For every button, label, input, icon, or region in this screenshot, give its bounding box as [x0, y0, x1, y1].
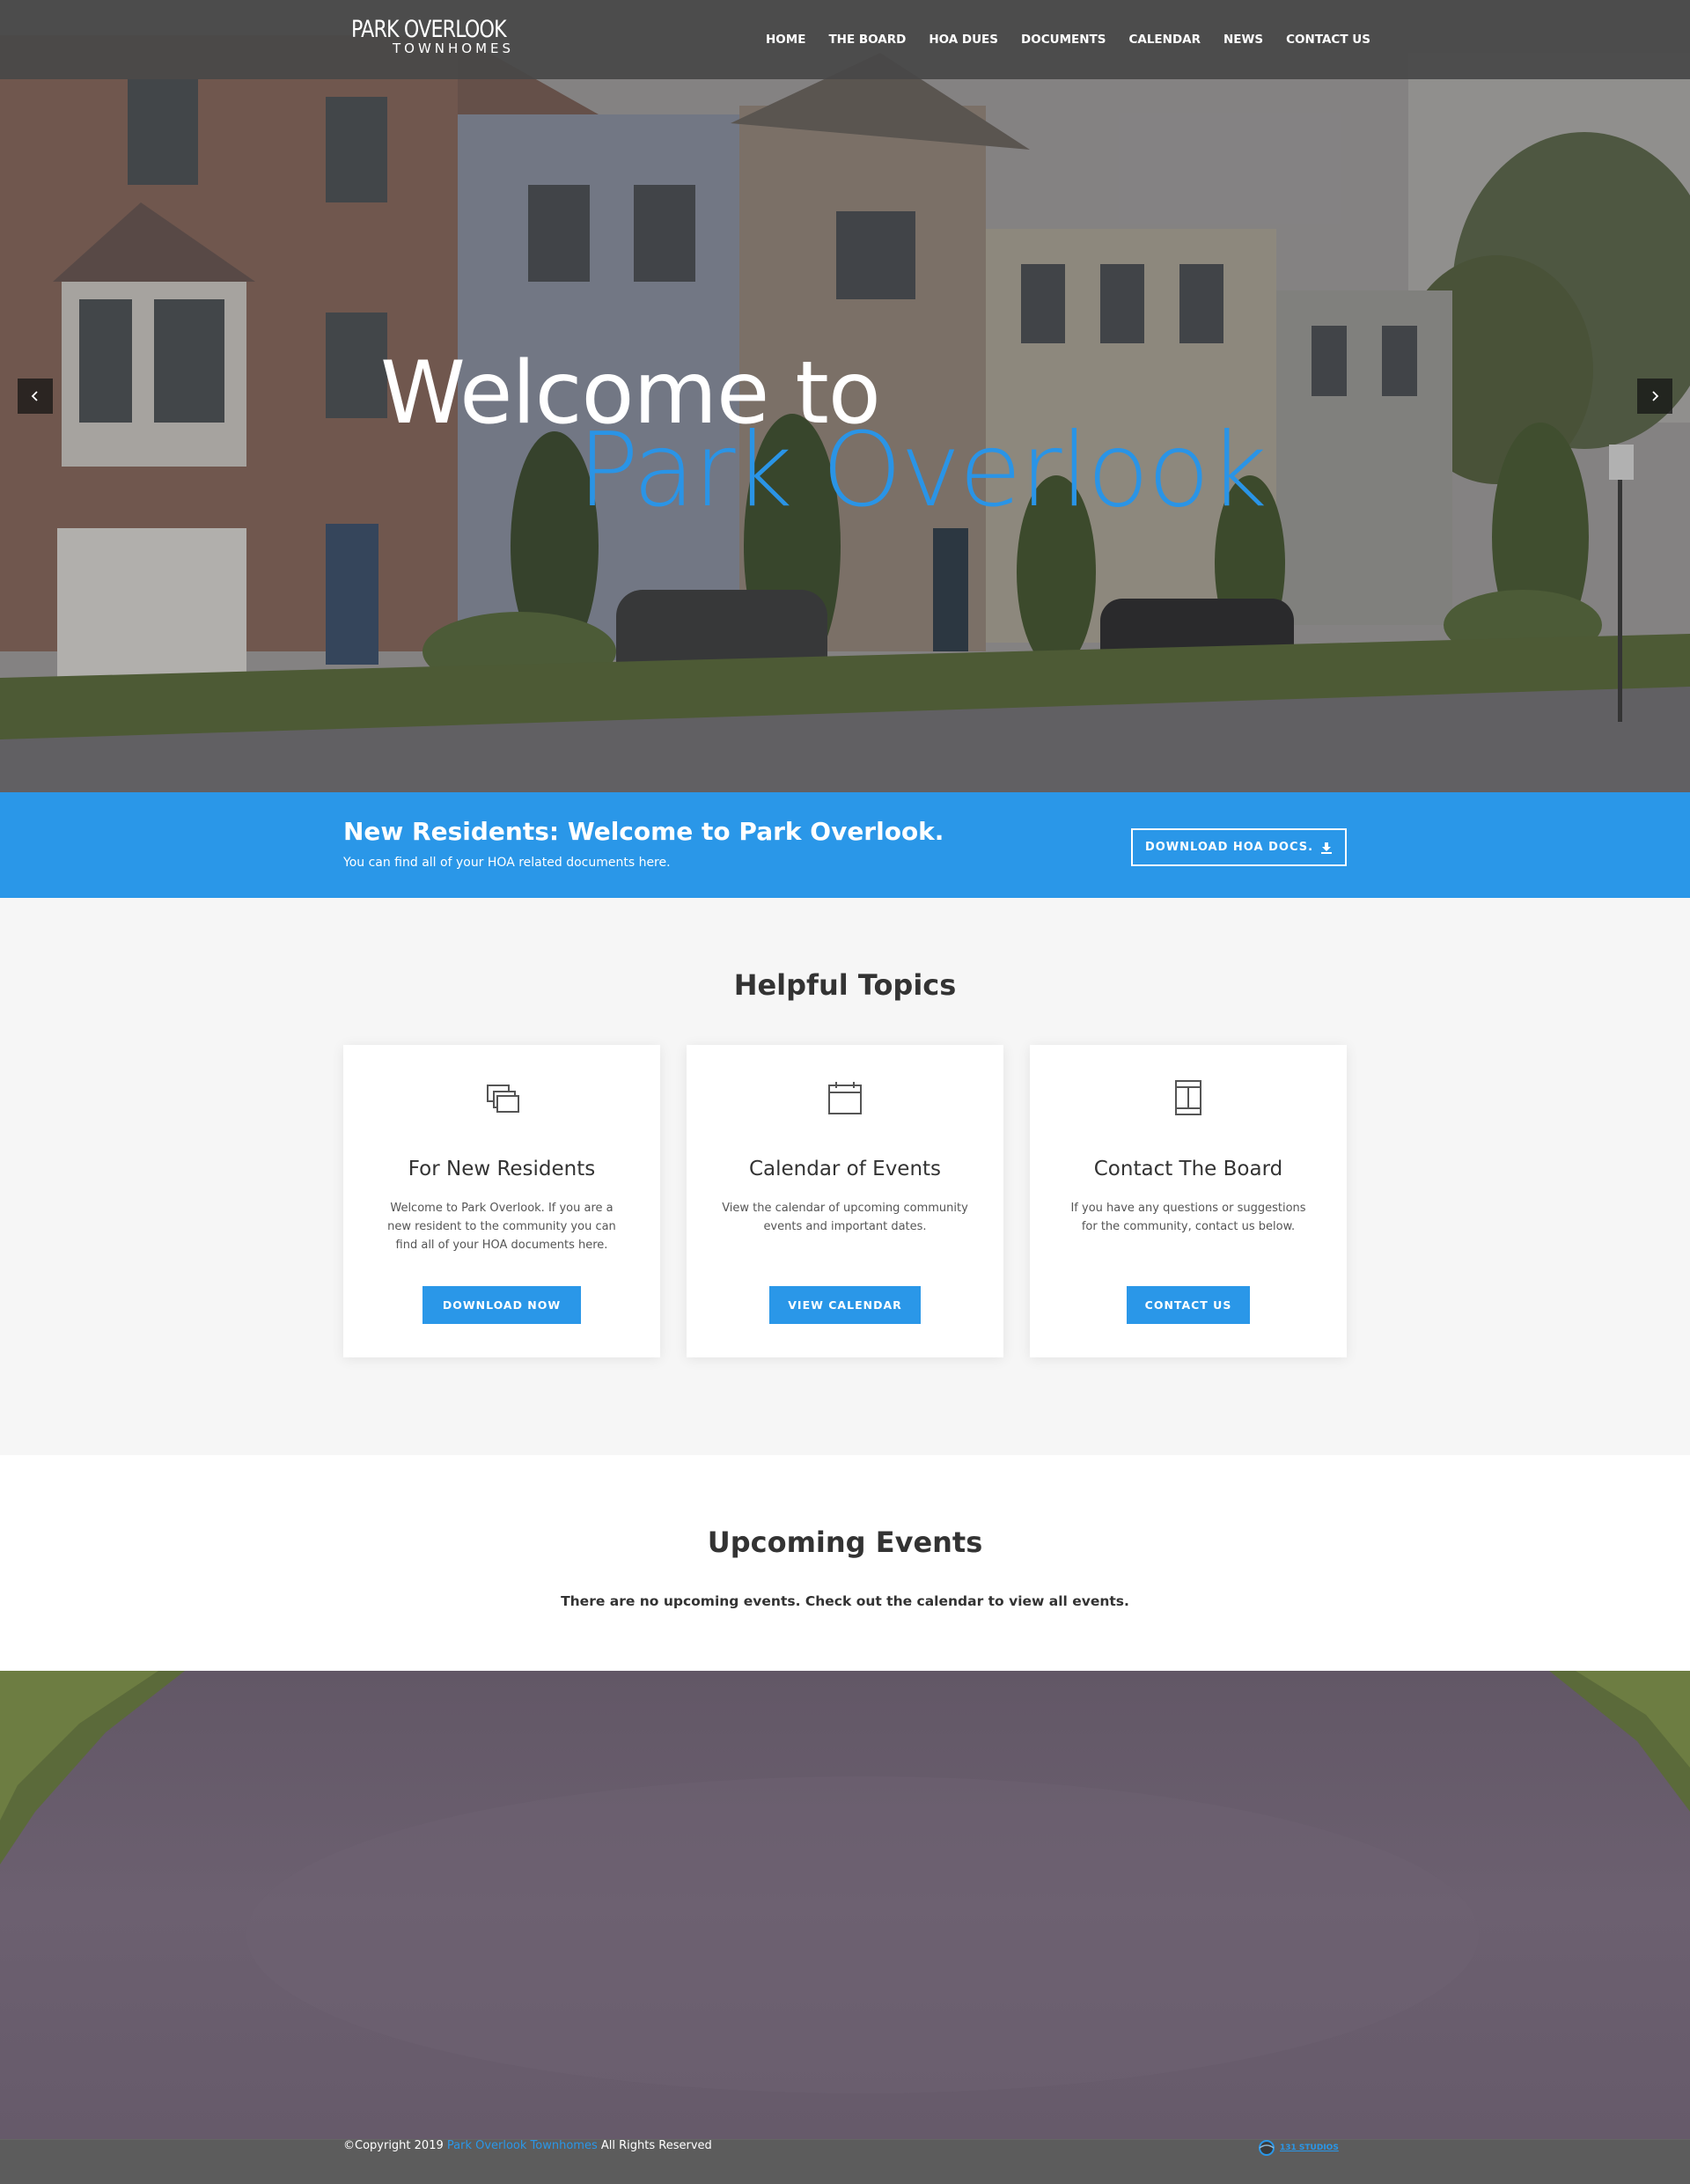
slider-prev-button[interactable] — [18, 379, 53, 414]
no-events-message: There are no upcoming events. Check out … — [561, 1593, 1129, 1609]
nav-item-contact-us[interactable]: CONTACT US — [1286, 33, 1370, 47]
road-photo — [0, 1671, 1690, 2139]
copyright-prefix: ©Copyright 2019 — [343, 2139, 447, 2152]
copyright-suffix: All Rights Reserved — [597, 2139, 712, 2152]
logo-main-text: PARK OVERLOOK — [351, 16, 507, 43]
view-calendar-button[interactable]: VIEW CALENDAR — [769, 1286, 921, 1324]
topic-card-contact-board: Contact The Board If you have any questi… — [1030, 1045, 1347, 1357]
card-title: Contact The Board — [1093, 1158, 1283, 1180]
chevron-left-icon — [31, 391, 38, 401]
upcoming-events-section: Upcoming Events There are no upcoming ev… — [0, 1455, 1690, 1671]
nav-item-documents[interactable]: DOCUMENTS — [1021, 33, 1106, 47]
card-title: Calendar of Events — [748, 1158, 942, 1180]
topic-card-calendar: Calendar of Events View the calendar of … — [687, 1045, 1003, 1357]
nav-item-news[interactable]: NEWS — [1223, 33, 1263, 47]
footer-copyright: ©Copyright 2019 Park Overlook Townhomes … — [343, 2139, 712, 2153]
banner-heading: New Residents: Welcome to Park Overlook. — [343, 817, 944, 846]
card-text: Welcome to Park Overlook. If you are a n… — [387, 1202, 616, 1252]
banner-heading-rest: Welcome to Park Overlook. — [559, 817, 944, 846]
studio-globe-icon — [1259, 2140, 1275, 2156]
studio-credit-text: 131 STUDIOS — [1280, 2144, 1339, 2152]
new-residents-banner: New Residents: Welcome to Park Overlook.… — [0, 792, 1690, 898]
chevron-right-icon — [1652, 391, 1659, 401]
contact-us-button[interactable]: CONTACT US — [1127, 1286, 1250, 1324]
road-background-image — [0, 1671, 1690, 2139]
helpful-topics-title: Helpful Topics — [733, 968, 957, 1002]
nav-item-calendar[interactable]: CALENDAR — [1128, 33, 1201, 47]
logo-sub-text: TOWNHOMES — [393, 40, 515, 56]
contact-book-icon — [1175, 1080, 1201, 1115]
nav-item-home[interactable]: HOME — [766, 33, 805, 47]
nav-item-hoa-dues[interactable]: HOA DUES — [929, 33, 998, 47]
slider-next-button[interactable] — [1637, 379, 1672, 414]
footer-site-link[interactable]: Park Overlook Townhomes — [447, 2139, 598, 2152]
calendar-icon — [828, 1082, 862, 1114]
download-hoa-docs-button[interactable]: DOWNLOAD HOA DOCS. — [1131, 828, 1347, 866]
site-header: PARK OVERLOOK TOWNHOMES HOME THE BOARD H… — [0, 0, 1690, 79]
card-text: If you have any questions or suggestions… — [1070, 1202, 1306, 1233]
card-title: For New Residents — [408, 1158, 596, 1180]
main-nav: HOME THE BOARD HOA DUES DOCUMENTS CALEND… — [766, 0, 1370, 79]
hero-title-park-overlook: Park Overlook — [577, 411, 1268, 530]
banner-subtext: You can find all of your HOA related doc… — [343, 856, 671, 870]
download-hoa-docs-label: DOWNLOAD HOA DOCS. — [1144, 841, 1314, 854]
footer-divider — [0, 2139, 1690, 2140]
helpful-topics-section: Helpful Topics For New Residents Welcome… — [0, 898, 1690, 1455]
site-logo[interactable]: PARK OVERLOOK TOWNHOMES — [351, 18, 527, 62]
studio-credit-logo[interactable]: 131 STUDIOS — [1257, 2139, 1348, 2157]
documents-icon — [487, 1085, 519, 1113]
upcoming-events-title: Upcoming Events — [707, 1526, 983, 1559]
download-icon — [1321, 842, 1333, 854]
hero-slider: Welcome to Park Overlook — [0, 0, 1690, 792]
site-footer: ©Copyright 2019 Park Overlook Townhomes … — [0, 2139, 1690, 2184]
card-text: View the calendar of upcoming community … — [722, 1202, 968, 1233]
banner-heading-bold: New Residents: — [343, 817, 560, 846]
download-now-button[interactable]: DOWNLOAD NOW — [422, 1286, 581, 1324]
nav-item-the-board[interactable]: THE BOARD — [828, 33, 906, 47]
topic-card-new-residents: For New Residents Welcome to Park Overlo… — [343, 1045, 660, 1357]
